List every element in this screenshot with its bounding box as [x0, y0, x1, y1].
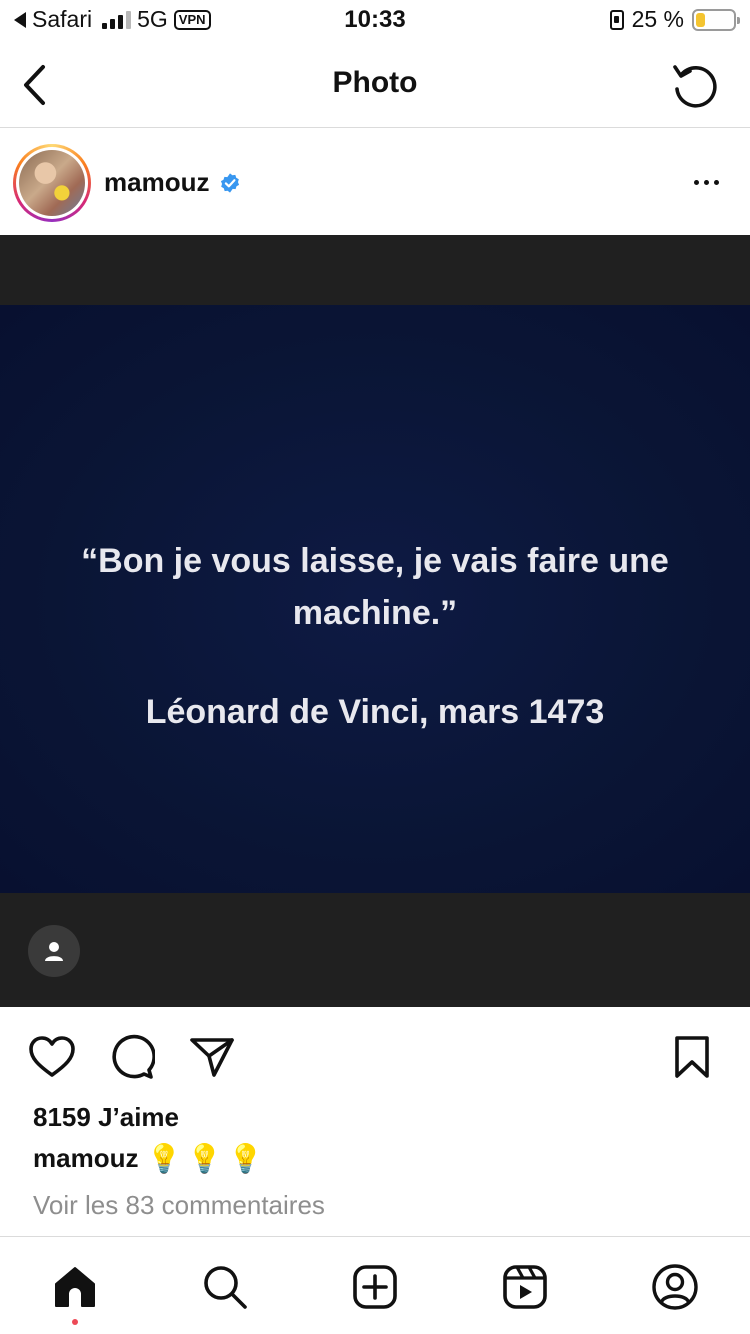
- tagged-people-button[interactable]: [28, 925, 80, 977]
- orientation-lock-icon: [609, 9, 624, 30]
- share-button[interactable]: [186, 1031, 238, 1083]
- caption-text: 💡💡💡: [146, 1143, 270, 1174]
- photo-attribution-text: Léonard de Vinci, mars 1473: [145, 693, 605, 731]
- battery-percent: 25 %: [631, 6, 684, 32]
- back-to-app-icon[interactable]: [14, 11, 26, 28]
- view-comments-link[interactable]: Voir les 83 commentaires: [33, 1190, 325, 1221]
- profile-icon: [652, 1264, 698, 1310]
- network-label: 5G: [137, 6, 168, 32]
- notification-dot: [72, 1319, 78, 1325]
- avatar-frame: [16, 147, 88, 219]
- signal-strength-icon: [102, 10, 132, 29]
- nav-bar: Photo: [0, 42, 750, 128]
- plus-square-icon: [353, 1265, 397, 1309]
- home-icon: [55, 1267, 95, 1307]
- avatar-image: [19, 150, 85, 216]
- avatar[interactable]: [13, 144, 91, 222]
- tab-create[interactable]: [349, 1261, 401, 1313]
- post-username[interactable]: mamouz: [104, 167, 209, 198]
- more-options-button[interactable]: [686, 167, 726, 197]
- bookmark-icon: [675, 1036, 709, 1078]
- status-bar-right: 25 %: [609, 6, 740, 33]
- battery-level: [696, 12, 705, 27]
- back-button[interactable]: [14, 62, 54, 108]
- heart-icon: [29, 1036, 75, 1077]
- comment-icon: [112, 1034, 155, 1079]
- dot-icon: [713, 179, 719, 185]
- post-header: mamouz: [0, 129, 750, 235]
- dot-icon: [693, 179, 699, 185]
- post-photo[interactable]: “Bon je vous laisse, je vais faire une m…: [0, 235, 750, 1007]
- page-title: Photo: [332, 66, 418, 99]
- verified-badge-icon: [221, 172, 240, 193]
- post-caption: mamouz 💡💡💡: [33, 1142, 269, 1175]
- tab-home[interactable]: [49, 1261, 101, 1313]
- battery-icon: [692, 8, 740, 31]
- caption-username[interactable]: mamouz: [33, 1143, 138, 1174]
- person-icon: [45, 942, 63, 961]
- reels-icon: [503, 1265, 547, 1309]
- tab-bar: [0, 1236, 750, 1334]
- status-bar-left: Safari 5G VPN: [14, 6, 211, 33]
- photo-quote-text: “Bon je vous laisse, je vais faire une m…: [81, 542, 669, 632]
- tab-search[interactable]: [199, 1261, 251, 1313]
- refresh-button[interactable]: [670, 60, 720, 110]
- like-count[interactable]: 8159 J’aime: [33, 1102, 179, 1133]
- send-icon: [190, 1038, 234, 1077]
- dot-icon: [703, 179, 709, 185]
- post-actions: [0, 1007, 750, 1099]
- back-app-label[interactable]: Safari: [32, 6, 92, 33]
- refresh-icon: [673, 65, 717, 108]
- post-username-row: mamouz: [104, 167, 241, 198]
- search-icon: [204, 1266, 247, 1309]
- tab-profile[interactable]: [649, 1261, 701, 1313]
- like-button[interactable]: [26, 1031, 78, 1083]
- comment-button[interactable]: [106, 1031, 158, 1083]
- tab-reels[interactable]: [499, 1261, 551, 1313]
- chevron-left-icon: [24, 65, 45, 105]
- photo-content: “Bon je vous laisse, je vais faire une m…: [0, 305, 750, 893]
- vpn-badge: VPN: [173, 9, 211, 30]
- status-bar: Safari 5G VPN 10:33 25 %: [0, 0, 750, 42]
- save-button[interactable]: [666, 1031, 718, 1083]
